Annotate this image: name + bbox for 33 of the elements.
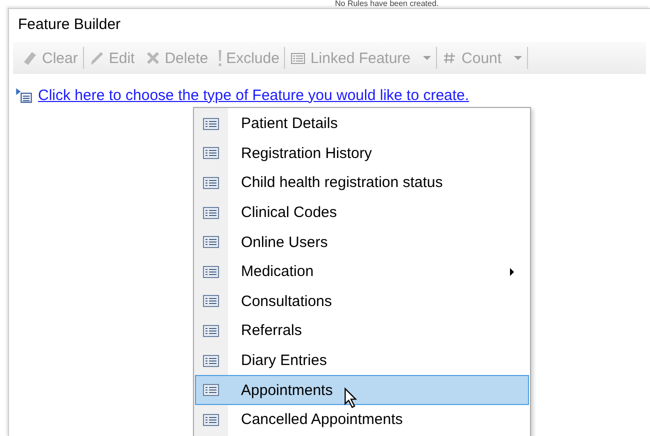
create-feature-link[interactable]: Click here to choose the type of Feature you would like to create. [38, 86, 470, 104]
menu-item[interactable]: Registration History [195, 138, 529, 168]
list-icon [203, 176, 219, 189]
menu-item[interactable]: Diary Entries [195, 346, 529, 376]
menu-item[interactable]: Online Users [195, 227, 529, 257]
menu-item[interactable]: Patient Details [195, 109, 529, 139]
window-title: Feature Builder [17, 15, 122, 35]
list-icon [203, 118, 219, 130]
delete-icon [144, 50, 161, 66]
list-icon [203, 295, 219, 308]
list-icon [203, 266, 219, 278]
hash-icon [442, 50, 458, 66]
mouse-pointer-icon [344, 387, 358, 409]
list-arrow-icon [15, 86, 33, 104]
menu-item[interactable]: Clinical Codes [195, 198, 529, 228]
menu-item[interactable]: Referrals [195, 316, 529, 346]
list-icon [203, 324, 219, 337]
list-icon [203, 414, 219, 426]
list-icon [203, 206, 219, 219]
exclamation-icon [218, 50, 222, 66]
list-icon [203, 236, 219, 248]
status-message: No Rules have been created. [334, 0, 440, 8]
list-icon [203, 354, 219, 367]
menu-item[interactable]: Medication [195, 256, 529, 287]
list-icon [203, 384, 219, 396]
menu-item[interactable]: Consultations [195, 286, 529, 316]
menu-item[interactable]: Child health registration status [195, 168, 529, 198]
list-icon [290, 50, 306, 66]
menu-item[interactable]: Appointments [195, 375, 529, 405]
eraser-icon [22, 50, 38, 66]
pencil-icon [88, 50, 105, 66]
menu-item[interactable]: Cancelled Appointments [195, 404, 529, 435]
list-icon [203, 147, 219, 160]
